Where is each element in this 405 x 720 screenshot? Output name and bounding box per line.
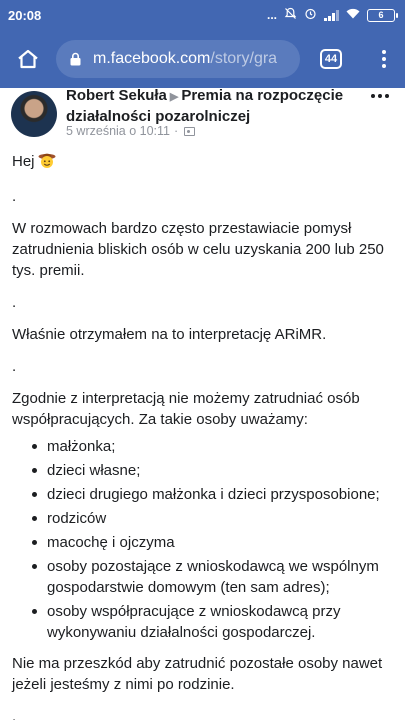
list-item: dzieci drugiego małżonka i dzieci przysp… — [12, 484, 397, 505]
more-dot — [385, 94, 389, 98]
url-text: m.facebook.com/story/gra — [93, 50, 277, 68]
url-main: m.facebook.com — [93, 50, 211, 67]
list-item: małżonka; — [12, 436, 397, 457]
paragraph: Nie ma przeszkód aby zatrudnić pozostałe… — [12, 655, 383, 693]
url-path: /story/gra — [210, 50, 278, 67]
post-title-line: Robert Sekuła ▶ Premia na rozpoczęcie dzia… — [66, 86, 366, 127]
more-dot — [371, 94, 375, 98]
separator-dot: . — [12, 188, 17, 205]
address-bar[interactable]: m.facebook.com/story/gra — [56, 40, 300, 78]
tab-count: 44 — [320, 49, 342, 69]
people-list: małżonka; dzieci własne; dzieci drugiego… — [12, 436, 397, 643]
browser-menu-button[interactable] — [362, 30, 405, 88]
paragraph: W rozmowach bardzo często przestawiacie … — [12, 220, 384, 279]
status-bar: 20:08 ... 6 — [0, 0, 405, 30]
greeting-text: Hej — [12, 153, 35, 170]
list-item: osoby pozostające z wnioskodawcą we wspó… — [12, 556, 397, 598]
arrow-right-icon: ▶ — [169, 91, 179, 103]
list-item: macochę i ojczyma — [12, 532, 397, 553]
paragraph: Zgodnie z interpretacją nie możemy zatru… — [12, 390, 360, 428]
separator-dot: . — [12, 358, 17, 375]
more-options-button[interactable] — [371, 94, 389, 98]
alarm-icon — [304, 7, 317, 23]
silent-bell-icon — [284, 7, 297, 23]
post-date[interactable]: 5 września o 10:11 — [66, 124, 170, 138]
menu-dot — [381, 57, 386, 61]
post-body: Hej . W rozmowach bardzo często przestaw… — [12, 151, 397, 720]
lock-icon — [70, 52, 81, 66]
tab-switcher-button[interactable]: 44 — [300, 30, 362, 88]
browser-toolbar: m.facebook.com/story/gra 44 — [0, 30, 405, 88]
greeting-line: Hej — [12, 151, 397, 175]
separator-dot: . — [12, 708, 17, 720]
list-item: rodziców — [12, 508, 397, 529]
paragraph: Właśnie otrzymałem na to interpretację A… — [12, 326, 327, 343]
signal-icon — [324, 9, 339, 21]
home-icon — [18, 49, 38, 69]
wifi-icon — [346, 8, 360, 22]
status-time: 20:08 — [8, 7, 42, 23]
separator-dot: . — [12, 294, 17, 311]
cowboy-emoji-icon — [38, 151, 56, 175]
meta-separator: · — [174, 124, 179, 138]
status-icons: ... 6 — [266, 7, 398, 23]
more-notifications-icon: ... — [266, 8, 277, 22]
battery-icon: 6 — [367, 8, 398, 22]
avatar[interactable] — [11, 91, 57, 137]
post-meta: 5 września o 10:11 · — [66, 124, 196, 138]
home-button[interactable] — [0, 30, 56, 88]
list-item: osoby współpracujące z wnioskodawcą przy… — [12, 601, 397, 643]
post-header: Robert Sekuła ▶ Premia na rozpoczęcie dzia… — [0, 86, 405, 143]
author-name[interactable]: Robert Sekuła — [66, 87, 167, 104]
more-dot — [378, 94, 382, 98]
audience-icon — [184, 126, 196, 136]
menu-dot — [381, 64, 386, 68]
list-item: dzieci własne; — [12, 460, 397, 481]
menu-dot — [381, 50, 386, 54]
